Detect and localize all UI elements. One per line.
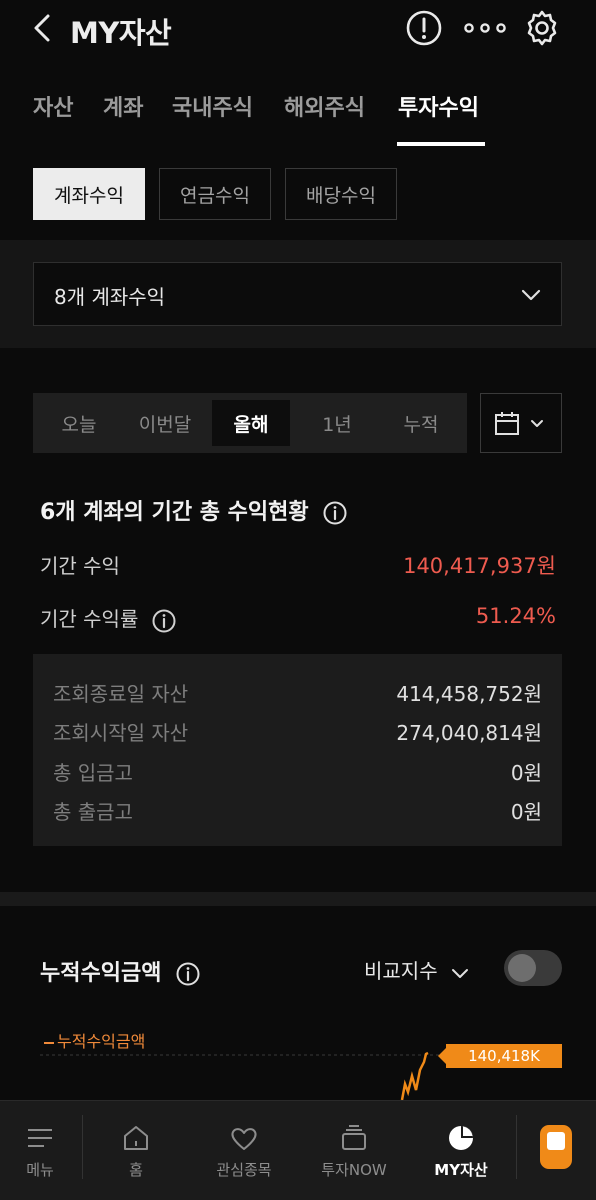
compare-index-dropdown[interactable]: 비교지수 [364, 955, 470, 984]
tab-assets[interactable]: 자산 [33, 90, 73, 122]
app-header: MY자산 [0, 0, 596, 60]
total-deposit-label: 총 입금고 [53, 761, 133, 785]
info-icon[interactable] [175, 961, 201, 987]
chevron-down-icon [451, 968, 468, 978]
period-profit-value: 140,417,937원 [403, 554, 556, 578]
info-icon[interactable] [322, 500, 348, 526]
period-this-month[interactable]: 이번달 [125, 400, 205, 446]
chart-series-line [400, 1051, 429, 1100]
compare-index-toggle[interactable] [504, 950, 562, 986]
subtab-pension-returns[interactable]: 연금수익 [159, 168, 271, 220]
total-deposit-value: 0원 [510, 761, 542, 785]
end-date-assets-value: 414,458,752원 [396, 682, 542, 706]
nav-my-assets[interactable]: MY자산 [418, 1101, 504, 1200]
nav-home[interactable]: 홈 [96, 1101, 176, 1200]
chevron-down-icon [531, 420, 543, 427]
cumulative-title-row: 누적수익금액 [40, 955, 201, 987]
home-icon [124, 1126, 148, 1150]
subtab-account-returns[interactable]: 계좌수익 [33, 168, 145, 220]
toggle-knob [508, 954, 536, 982]
nav-home-label: 홈 [129, 1161, 143, 1179]
tab-foreign-stocks[interactable]: 해외주식 [284, 90, 365, 122]
nav-menu-label: 메뉴 [26, 1161, 54, 1179]
page-title: MY자산 [70, 16, 172, 50]
shortcut-glyph [547, 1132, 565, 1150]
chart-value-badge: 140,418K [438, 1044, 562, 1068]
period-profit-label: 기간 수익 [40, 554, 120, 578]
nav-invest-now[interactable]: 투자NOW [308, 1101, 400, 1200]
subtab-dividend-returns[interactable]: 배당수익 [285, 168, 397, 220]
end-date-assets-label: 조회종료일 자산 [53, 682, 189, 706]
chevron-down-icon [521, 289, 541, 301]
tab-accounts[interactable]: 계좌 [103, 90, 143, 122]
tab-domestic-stocks[interactable]: 국내주식 [172, 90, 253, 122]
heart-icon [231, 1128, 257, 1150]
nav-separator [516, 1115, 517, 1179]
nav-invest-now-label: 투자NOW [321, 1161, 387, 1179]
layers-icon [342, 1125, 366, 1150]
info-icon[interactable] [151, 608, 177, 634]
app-shortcut-button[interactable] [540, 1125, 572, 1169]
nav-separator [82, 1115, 83, 1179]
start-date-assets-value: 274,040,814원 [396, 721, 542, 745]
nav-my-assets-label: MY자산 [434, 1161, 488, 1179]
main-tabs: 자산 계좌 국내주식 해외주식 투자수익 [0, 86, 596, 148]
period-segmented-control: 오늘 이번달 올해 1년 누적 [33, 393, 467, 453]
more-options-icon[interactable] [462, 8, 508, 48]
period-rate-value: 51.24% [475, 604, 556, 628]
bottom-navigation: 메뉴 홈 관심종목 투자NOW MY자산 [0, 1100, 596, 1200]
period-rate-row: 기간 수익률 [40, 603, 177, 634]
gear-icon[interactable] [522, 8, 562, 48]
account-select-value: 8개 계좌수익 [54, 285, 166, 309]
nav-watchlist[interactable]: 관심종목 [198, 1101, 290, 1200]
period-rate-label: 기간 수익률 [40, 607, 139, 631]
start-date-assets-label: 조회시작일 자산 [53, 721, 189, 745]
back-arrow-icon[interactable] [26, 10, 62, 46]
calendar-picker-button[interactable] [480, 393, 562, 453]
total-withdrawal-label: 총 출금고 [53, 800, 133, 824]
cumulative-title: 누적수익금액 [40, 961, 162, 986]
tab-investment-returns[interactable]: 투자수익 [398, 90, 479, 122]
period-1-year[interactable]: 1년 [297, 400, 377, 446]
asset-detail-box: 조회종료일 자산 414,458,752원 조회시작일 자산 274,040,8… [33, 654, 562, 846]
pie-chart-icon [449, 1126, 473, 1150]
summary-title-row: 6개 계좌의 기간 총 수익현황 [40, 494, 348, 526]
account-select-dropdown[interactable]: 8개 계좌수익 [33, 262, 562, 326]
period-cumulative[interactable]: 누적 [381, 400, 461, 446]
total-withdrawal-value: 0원 [510, 800, 542, 824]
nav-menu[interactable]: 메뉴 [0, 1101, 80, 1200]
summary-title: 6개 계좌의 기간 총 수익현황 [40, 500, 309, 525]
section-divider [0, 892, 596, 906]
compare-index-label: 비교지수 [364, 959, 438, 983]
alert-info-icon[interactable] [404, 8, 444, 48]
menu-icon [28, 1129, 52, 1147]
period-this-year[interactable]: 올해 [212, 400, 290, 446]
active-tab-indicator [397, 142, 485, 146]
calendar-icon [495, 412, 519, 435]
nav-watchlist-label: 관심종목 [216, 1161, 272, 1179]
period-today[interactable]: 오늘 [39, 400, 119, 446]
